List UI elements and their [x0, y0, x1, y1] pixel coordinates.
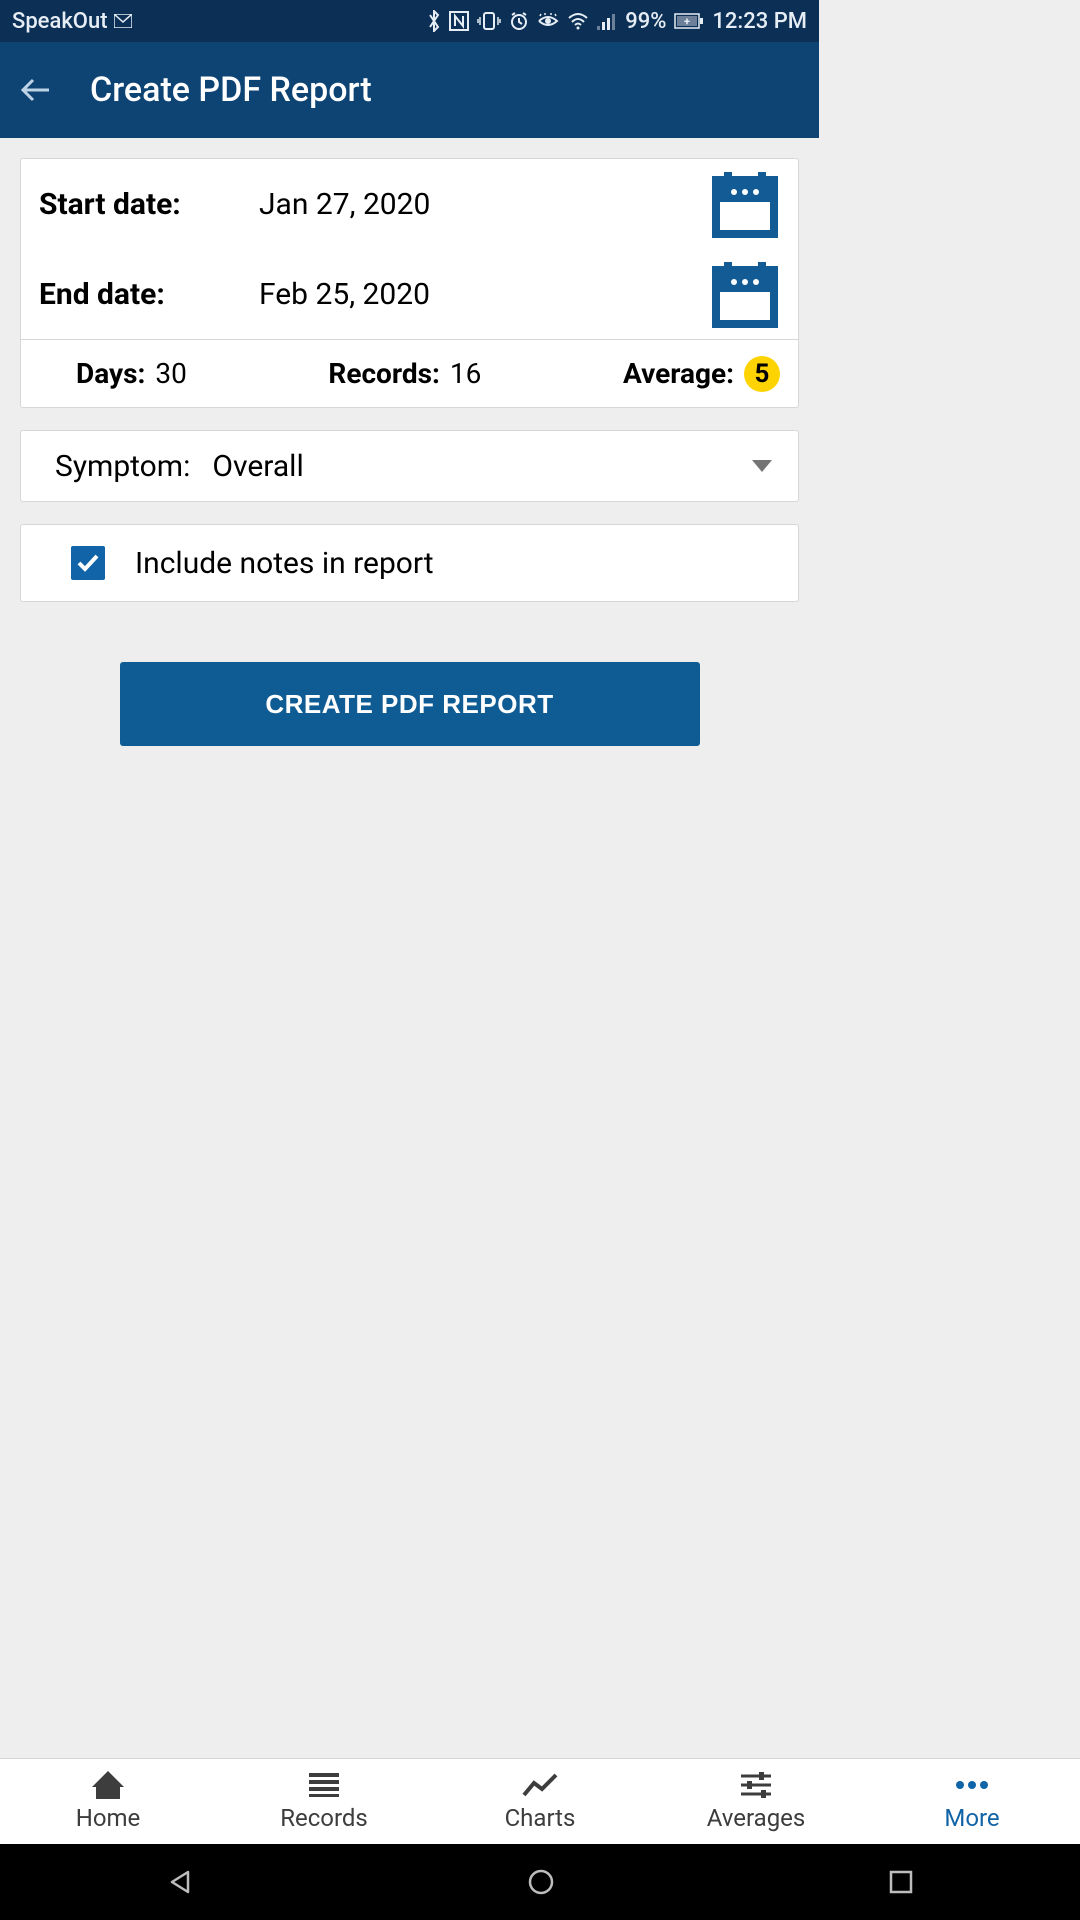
home-icon — [90, 1771, 126, 1799]
page-title: Create PDF Report — [90, 70, 372, 110]
average-badge: 5 — [744, 356, 780, 392]
nav-averages[interactable]: Averages — [648, 1759, 864, 1844]
system-home-button[interactable] — [527, 1868, 555, 1896]
nav-records[interactable]: Records — [216, 1759, 432, 1844]
nav-label: Records — [280, 1804, 368, 1832]
status-time: 12:23 PM — [712, 9, 807, 34]
start-date-label: Start date: — [39, 187, 259, 222]
battery-icon: + — [674, 13, 704, 29]
list-icon — [306, 1771, 342, 1799]
bluetooth-icon — [427, 10, 441, 32]
end-date-label: End date: — [39, 277, 259, 312]
signal-icon — [597, 12, 617, 30]
alarm-icon — [509, 11, 529, 31]
chart-icon — [522, 1771, 558, 1799]
nav-label: Home — [76, 1804, 141, 1832]
include-notes-checkbox[interactable] — [71, 546, 105, 580]
battery-percent: 99% — [625, 9, 666, 34]
symptom-value: Overall — [212, 449, 752, 484]
system-nav-bar — [0, 1844, 1080, 1920]
svg-text:+: + — [684, 15, 690, 28]
nav-more[interactable]: More — [864, 1759, 1080, 1844]
vibrate-icon — [477, 11, 501, 31]
nav-label: Charts — [505, 1804, 576, 1832]
end-date-row[interactable]: End date: Feb 25, 2020 — [21, 249, 798, 339]
days-value: 30 — [155, 357, 186, 390]
records-label: Records: — [328, 357, 439, 390]
back-button[interactable] — [12, 66, 60, 114]
nav-label: More — [944, 1804, 999, 1832]
include-notes-label: Include notes in report — [135, 546, 434, 581]
eye-icon — [537, 13, 559, 29]
nfc-icon — [449, 11, 469, 31]
end-date-value: Feb 25, 2020 — [259, 277, 710, 312]
nav-home[interactable]: Home — [0, 1759, 216, 1844]
symptom-label: Symptom: — [55, 449, 190, 484]
sliders-icon — [738, 1771, 774, 1799]
start-date-value: Jan 27, 2020 — [259, 187, 710, 222]
start-date-row[interactable]: Start date: Jan 27, 2020 — [21, 159, 798, 249]
chevron-down-icon — [752, 460, 772, 472]
symptom-card[interactable]: Symptom: Overall — [20, 430, 799, 502]
calendar-icon[interactable] — [710, 258, 780, 330]
records-value: 16 — [450, 357, 481, 390]
system-recent-button[interactable] — [888, 1869, 914, 1895]
wifi-icon — [567, 12, 589, 30]
average-label: Average: — [623, 357, 734, 390]
calendar-icon[interactable] — [710, 168, 780, 240]
app-bar: Create PDF Report — [0, 42, 819, 138]
include-notes-card[interactable]: Include notes in report — [20, 524, 799, 602]
nav-label: Averages — [707, 1804, 806, 1832]
nav-charts[interactable]: Charts — [432, 1759, 648, 1844]
carrier-label: SpeakOut — [12, 9, 108, 34]
voicemail-icon — [114, 14, 132, 28]
status-bar: SpeakOut 99% + 12:23 PM — [0, 0, 819, 42]
content-area: Start date: Jan 27, 2020 End date: Feb 2… — [0, 138, 819, 766]
system-back-button[interactable] — [166, 1868, 194, 1896]
stats-row: Days: 30 Records: 16 Average: 5 — [21, 339, 798, 407]
days-label: Days: — [76, 357, 145, 390]
date-range-card: Start date: Jan 27, 2020 End date: Feb 2… — [20, 158, 799, 408]
bottom-nav: Home Records Charts Averages More — [0, 1758, 1080, 1844]
more-icon — [954, 1771, 990, 1799]
create-pdf-button[interactable]: CREATE PDF REPORT — [120, 662, 700, 746]
